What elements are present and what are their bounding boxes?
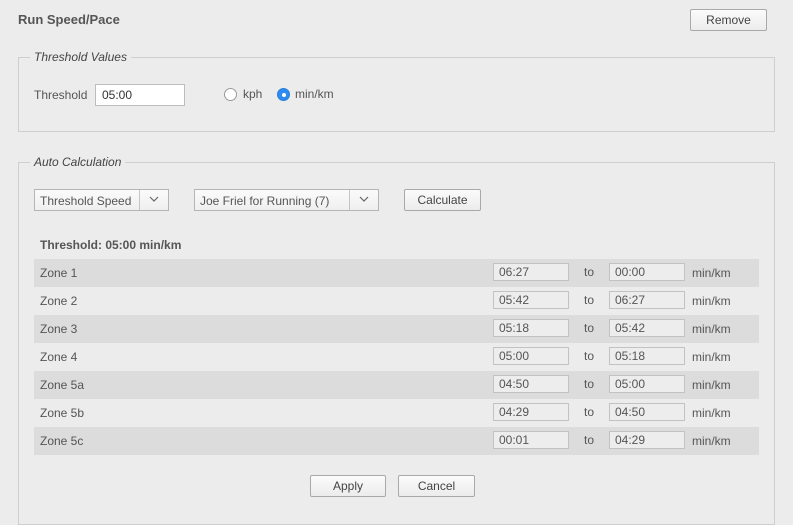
method-select-value: Threshold Speed xyxy=(40,194,132,208)
zone-name: Zone 5a xyxy=(40,378,85,392)
zone-to-input[interactable] xyxy=(609,403,685,421)
kph-radio[interactable] xyxy=(224,88,237,101)
apply-button[interactable]: Apply xyxy=(310,475,386,497)
model-select-value: Joe Friel for Running (7) xyxy=(200,194,330,208)
model-select-arrow[interactable] xyxy=(349,190,378,210)
remove-button[interactable]: Remove xyxy=(690,9,767,31)
zone-row: Zone 3 to min/km xyxy=(34,315,759,343)
zone-name: Zone 2 xyxy=(40,294,78,308)
threshold-input[interactable] xyxy=(95,84,185,106)
zone-row: Zone 2 to min/km xyxy=(34,287,759,315)
zone-to-label: to xyxy=(584,293,595,307)
threshold-values-legend: Threshold Values xyxy=(34,50,127,64)
zone-unit-label: min/km xyxy=(692,322,731,336)
zone-to-label: to xyxy=(584,349,595,363)
zone-from-input[interactable] xyxy=(493,291,569,309)
zone-to-label: to xyxy=(584,377,595,391)
zone-name: Zone 4 xyxy=(40,350,78,364)
zone-to-input[interactable] xyxy=(609,291,685,309)
model-select[interactable]: Joe Friel for Running (7) xyxy=(194,189,379,211)
zone-to-input[interactable] xyxy=(609,319,685,337)
kph-label[interactable]: kph xyxy=(243,87,262,101)
zone-name: Zone 1 xyxy=(40,266,78,280)
zone-unit-label: min/km xyxy=(692,266,731,280)
zone-to-input[interactable] xyxy=(609,431,685,449)
zone-from-input[interactable] xyxy=(493,263,569,281)
zone-unit-label: min/km xyxy=(692,406,731,420)
zone-to-input[interactable] xyxy=(609,375,685,393)
zone-unit-label: min/km xyxy=(692,294,731,308)
zone-from-input[interactable] xyxy=(493,347,569,365)
min-km-radio[interactable] xyxy=(277,88,290,101)
zone-row: Zone 5a to min/km xyxy=(34,371,759,399)
zone-row: Zone 4 to min/km xyxy=(34,343,759,371)
zone-row: Zone 5c to min/km xyxy=(34,427,759,455)
zone-to-label: to xyxy=(584,321,595,335)
zone-from-input[interactable] xyxy=(493,375,569,393)
zone-to-label: to xyxy=(584,405,595,419)
method-select[interactable]: Threshold Speed xyxy=(34,189,169,211)
zone-unit-label: min/km xyxy=(692,378,731,392)
threshold-label: Threshold xyxy=(34,88,88,102)
cancel-button[interactable]: Cancel xyxy=(398,475,475,497)
zone-from-input[interactable] xyxy=(493,431,569,449)
zone-row: Zone 5b to min/km xyxy=(34,399,759,427)
zone-to-label: to xyxy=(584,433,595,447)
chevron-down-icon xyxy=(359,196,369,202)
chevron-down-icon xyxy=(149,196,159,202)
page-title: Run Speed/Pace xyxy=(18,12,120,27)
zone-from-input[interactable] xyxy=(493,403,569,421)
method-select-arrow[interactable] xyxy=(139,190,168,210)
min-km-label[interactable]: min/km xyxy=(295,87,334,101)
threshold-heading: Threshold: 05:00 min/km xyxy=(40,238,182,252)
zone-name: Zone 5b xyxy=(40,406,85,420)
auto-calculation-legend: Auto Calculation xyxy=(34,155,122,169)
zone-to-input[interactable] xyxy=(609,263,685,281)
calculate-button[interactable]: Calculate xyxy=(404,189,481,211)
zone-name: Zone 5c xyxy=(40,434,84,448)
zone-unit-label: min/km xyxy=(692,434,731,448)
zone-row: Zone 1 to min/km xyxy=(34,259,759,287)
zone-to-label: to xyxy=(584,265,595,279)
zone-from-input[interactable] xyxy=(493,319,569,337)
zone-to-input[interactable] xyxy=(609,347,685,365)
zone-name: Zone 3 xyxy=(40,322,78,336)
zone-unit-label: min/km xyxy=(692,350,731,364)
